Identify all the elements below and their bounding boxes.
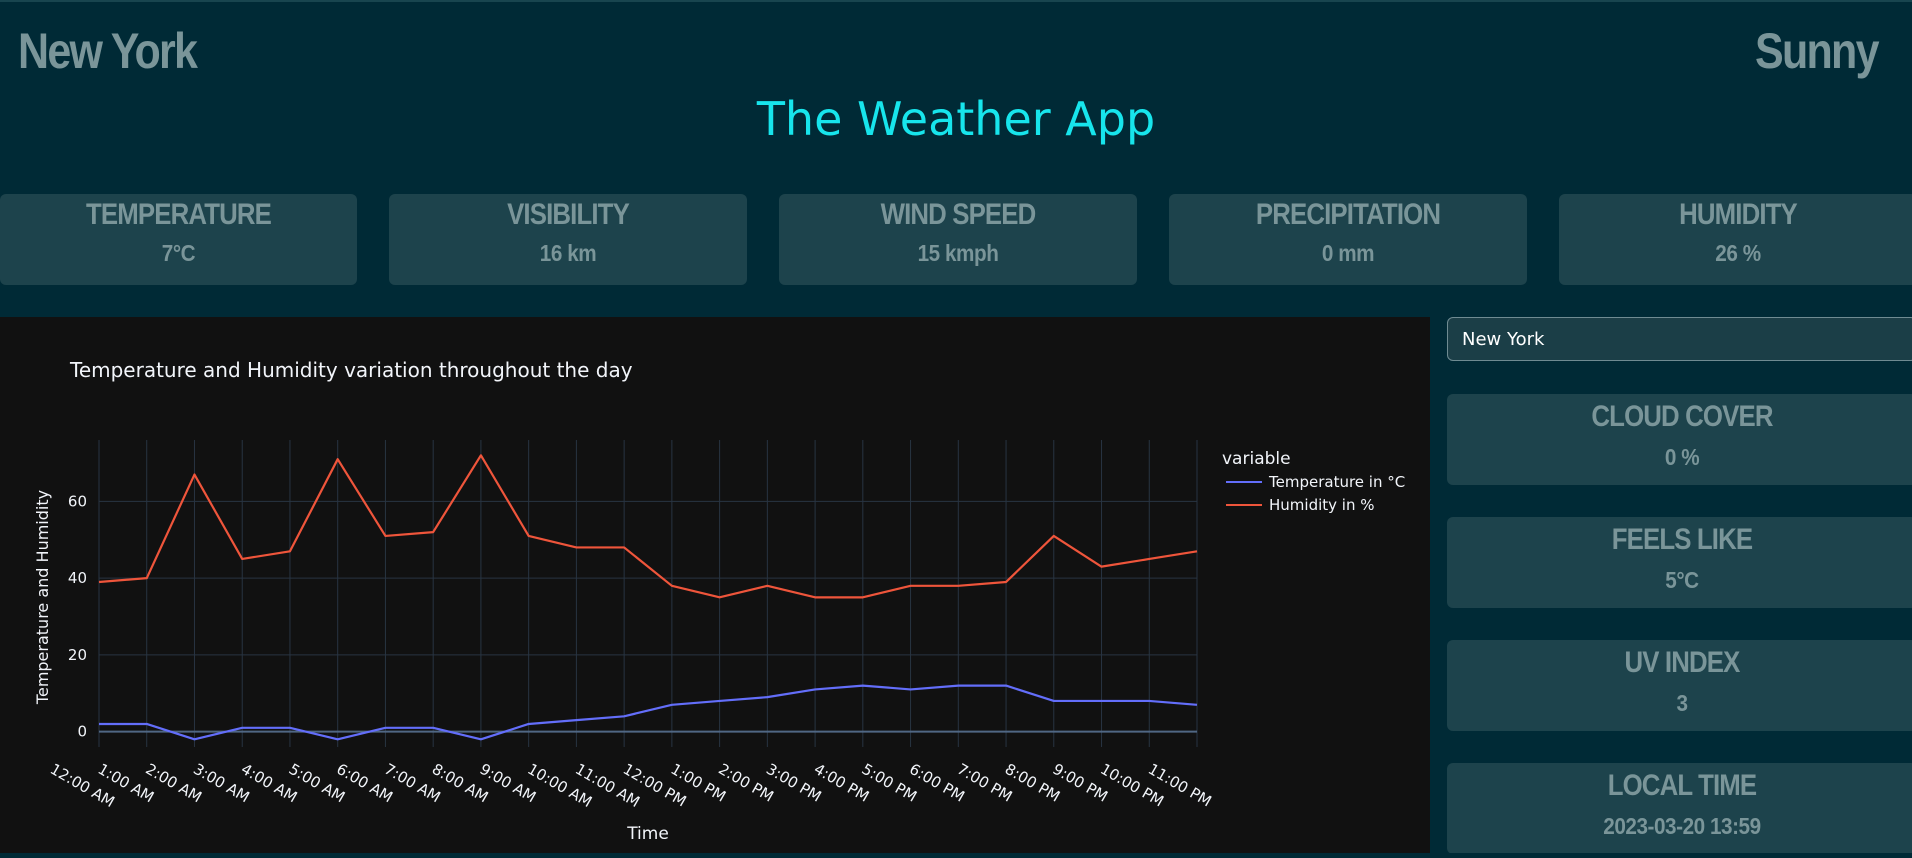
y-tick-label: 60 <box>68 492 87 510</box>
temperature-label: TEMPERATURE <box>85 198 272 231</box>
wind-speed-card: WIND SPEED 15 kmph <box>779 194 1137 285</box>
cloud-cover-label: CLOUD COVER <box>1591 400 1773 433</box>
x-axis-title: Time <box>626 824 669 844</box>
humidity-value: 26 % <box>1715 240 1761 266</box>
local-time-card: LOCAL TIME 2023-03-20 13:59 <box>1447 763 1912 854</box>
uv-index-card: UV INDEX 3 <box>1447 640 1912 731</box>
legend-title: variable <box>1222 449 1291 469</box>
visibility-value: 16 km <box>539 240 597 266</box>
y-tick-label: 20 <box>68 646 87 664</box>
visibility-label: VISIBILITY <box>507 198 630 231</box>
precipitation-card: PRECIPITATION 0 mm <box>1169 194 1527 285</box>
wind-speed-label: WIND SPEED <box>880 198 1037 231</box>
y-axis-title: Temperature and Humidity <box>33 490 52 705</box>
city-search-input[interactable] <box>1447 317 1912 361</box>
uv-index-value: 3 <box>1676 690 1688 716</box>
y-tick-label: 0 <box>77 723 87 741</box>
temperature-humidity-chart[interactable]: 12:00 AM1:00 AM2:00 AM3:00 AM4:00 AM5:00… <box>0 317 1430 853</box>
temperature-value: 7°C <box>161 240 196 266</box>
weather-condition: Sunny <box>1755 23 1880 79</box>
precipitation-value: 0 mm <box>1321 240 1375 266</box>
feels-like-card: FEELS LIKE 5°C <box>1447 517 1912 608</box>
feels-like-value: 5°C <box>1665 567 1699 593</box>
humidity-label: HUMIDITY <box>1679 198 1798 231</box>
local-time-value: 2023-03-20 13:59 <box>1603 813 1761 839</box>
legend-humidity-label[interactable]: Humidity in % <box>1269 496 1374 514</box>
city-name: New York <box>18 23 198 79</box>
y-tick-label: 40 <box>68 569 87 587</box>
humidity-line[interactable] <box>98 454 1198 599</box>
app-title: The Weather App <box>756 92 1156 146</box>
bottom-border <box>0 853 1912 858</box>
cloud-cover-value: 0 % <box>1664 444 1700 470</box>
precipitation-label: PRECIPITATION <box>1255 198 1441 231</box>
uv-index-label: UV INDEX <box>1624 646 1741 679</box>
cloud-cover-card: CLOUD COVER 0 % <box>1447 394 1912 485</box>
feels-like-label: FEELS LIKE <box>1611 523 1753 556</box>
legend-temperature-label[interactable]: Temperature in °C <box>1268 473 1405 491</box>
wind-speed-value: 15 kmph <box>917 240 999 266</box>
local-time-label: LOCAL TIME <box>1607 769 1757 802</box>
visibility-card: VISIBILITY 16 km <box>389 194 747 285</box>
chart-panel[interactable]: 12:00 AM 1:00 AM 2:00 AM 3:00 AM 4:00 AM 5:00… <box>0 317 1430 853</box>
legend[interactable]: variable Temperature in °C Humidity in % <box>1222 449 1405 514</box>
temperature-card: TEMPERATURE 7°C <box>0 194 357 285</box>
top-border <box>0 0 1912 2</box>
humidity-card: HUMIDITY 26 % <box>1559 194 1912 285</box>
chart-title: Temperature and Humidity variation throu… <box>69 358 633 382</box>
